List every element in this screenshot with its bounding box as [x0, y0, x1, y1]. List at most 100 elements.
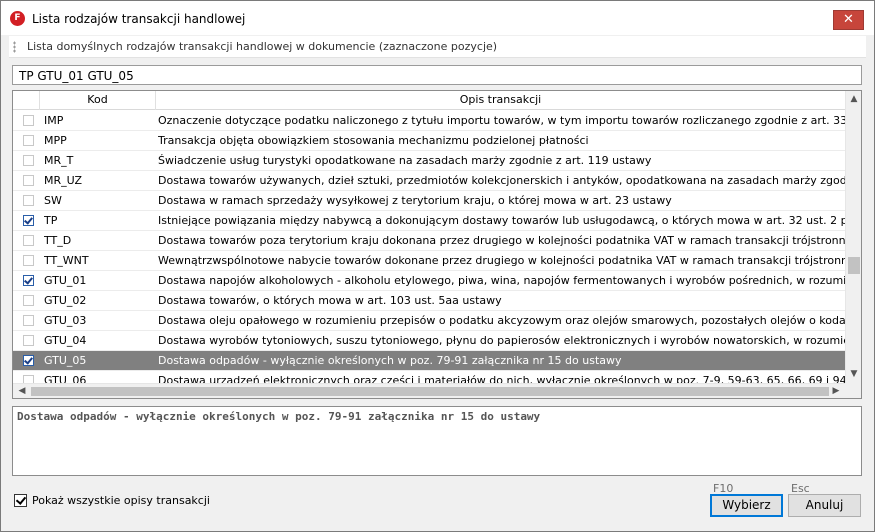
- row-checkbox[interactable]: [23, 335, 34, 346]
- table-row[interactable]: MR_T Świadczenie usług turystyki opodatko…: [13, 151, 845, 171]
- row-check-cell: [13, 351, 40, 371]
- grip-icon: [13, 41, 16, 53]
- select-button[interactable]: Wybierz: [710, 494, 783, 517]
- close-icon: ✕: [843, 12, 854, 27]
- row-code: GTU_03: [44, 314, 87, 327]
- row-code: TT_WNT: [44, 254, 89, 267]
- row-code: GTU_05: [44, 354, 87, 367]
- scroll-up-icon[interactable]: ▲: [846, 91, 861, 108]
- close-button[interactable]: ✕: [833, 10, 864, 30]
- row-code: GTU_06: [44, 374, 87, 383]
- row-description: Dostawa towarów poza terytorium kraju do…: [158, 234, 845, 247]
- transaction-grid[interactable]: Kod Opis transakcji IMP Oznaczenie dotycz…: [12, 90, 862, 399]
- row-description: Istniejące powiązania między nabywcą a d…: [158, 214, 845, 227]
- vertical-scroll-thumb[interactable]: [848, 257, 860, 274]
- horizontal-scrollbar[interactable]: ◀ ▶: [13, 383, 845, 398]
- table-row[interactable]: GTU_03 Dostawa oleju opałowego w rozumien…: [13, 311, 845, 331]
- show-all-check-icon[interactable]: [14, 494, 27, 507]
- header-code[interactable]: Kod: [40, 91, 156, 110]
- row-description: Dostawa odpadów - wyłącznie określonych …: [158, 354, 622, 367]
- row-code: SW: [44, 194, 62, 207]
- table-row[interactable]: GTU_05 Dostawa odpadów - wyłącznie określ…: [13, 351, 845, 371]
- row-description: Dostawa towarów, o których mowa w art. 1…: [158, 294, 502, 307]
- info-text: Lista domyślnych rodzajów transakcji han…: [27, 40, 498, 53]
- description-detail[interactable]: Dostawa odpadów - wyłącznie określonych …: [12, 406, 862, 476]
- row-code: TP: [44, 214, 58, 227]
- row-checkbox[interactable]: [23, 295, 34, 306]
- scroll-corner: [845, 383, 861, 398]
- table-row[interactable]: IMP Oznaczenie dotyczące podatku naliczon…: [13, 111, 845, 131]
- row-code: MPP: [44, 134, 67, 147]
- row-checkbox[interactable]: [23, 155, 34, 166]
- row-description: Dostawa napojów alkoholowych - alkoholu …: [158, 274, 845, 287]
- row-checkbox[interactable]: [23, 275, 34, 286]
- row-description: Wewnątrzwspólnotowe nabycie towarów doko…: [158, 254, 845, 267]
- title-bar: F Lista rodzajów transakcji handlowej ✕: [1, 1, 874, 35]
- row-checkbox[interactable]: [23, 215, 34, 226]
- table-row[interactable]: GTU_06 Dostawa urządzeń elektronicznych o…: [13, 371, 845, 383]
- row-code: MR_T: [44, 154, 74, 167]
- show-all-label: Pokaż wszystkie opisy transakcji: [32, 494, 210, 507]
- row-check-cell: [13, 111, 40, 131]
- row-checkbox[interactable]: [23, 175, 34, 186]
- header-description[interactable]: Opis transakcji: [156, 91, 845, 110]
- grid-rows: IMP Oznaczenie dotyczące podatku naliczon…: [13, 111, 845, 383]
- selected-codes-value: TP GTU_01 GTU_05: [19, 69, 134, 83]
- row-check-cell: [13, 211, 40, 231]
- row-checkbox[interactable]: [23, 255, 34, 266]
- description-detail-text: Dostawa odpadów - wyłącznie określonych …: [17, 410, 541, 423]
- row-code: MR_UZ: [44, 174, 83, 187]
- selected-codes-field[interactable]: TP GTU_01 GTU_05: [12, 65, 862, 85]
- table-row[interactable]: MPP Transakcja objęta obowiązkiem stosowa…: [13, 131, 845, 151]
- horizontal-scroll-thumb[interactable]: [31, 387, 829, 396]
- row-description: Dostawa urządzeń elektronicznych oraz cz…: [158, 374, 845, 383]
- row-code: GTU_01: [44, 274, 87, 287]
- row-code: GTU_04: [44, 334, 87, 347]
- row-check-cell: [13, 331, 40, 351]
- scroll-right-icon[interactable]: ▶: [829, 384, 843, 398]
- row-code: GTU_02: [44, 294, 87, 307]
- grid-header: Kod Opis transakcji: [13, 91, 845, 110]
- row-checkbox[interactable]: [23, 195, 34, 206]
- vertical-scrollbar[interactable]: ▲ ▼: [845, 91, 861, 383]
- scroll-down-icon[interactable]: ▼: [846, 366, 861, 383]
- table-row[interactable]: GTU_01 Dostawa napojów alkoholowych - alk…: [13, 271, 845, 291]
- table-row[interactable]: GTU_02 Dostawa towarów, o których mowa w …: [13, 291, 845, 311]
- row-description: Dostawa oleju opałowego w rozumieniu prz…: [158, 314, 845, 327]
- row-check-cell: [13, 191, 40, 211]
- dialog-window: F Lista rodzajów transakcji handlowej ✕ …: [0, 0, 875, 532]
- scroll-left-icon[interactable]: ◀: [15, 384, 29, 398]
- window-title: Lista rodzajów transakcji handlowej: [32, 12, 246, 26]
- cancel-button[interactable]: Anuluj: [788, 494, 861, 517]
- row-check-cell: [13, 311, 40, 331]
- row-checkbox[interactable]: [23, 375, 34, 383]
- table-row[interactable]: TP Istniejące powiązania między nabywcą a…: [13, 211, 845, 231]
- row-description: Świadczenie usług turystyki opodatkowane…: [158, 154, 652, 167]
- table-row[interactable]: MR_UZ Dostawa towarów używanych, dzieł sz…: [13, 171, 845, 191]
- row-checkbox[interactable]: [23, 235, 34, 246]
- row-check-cell: [13, 151, 40, 171]
- row-code: TT_D: [44, 234, 72, 247]
- row-check-cell: [13, 271, 40, 291]
- row-check-cell: [13, 171, 40, 191]
- row-checkbox[interactable]: [23, 355, 34, 366]
- row-code: IMP: [44, 114, 64, 127]
- row-description: Dostawa w ramach sprzedaży wysyłkowej z …: [158, 194, 672, 207]
- table-row[interactable]: TT_D Dostawa towarów poza terytorium kraj…: [13, 231, 845, 251]
- row-checkbox[interactable]: [23, 135, 34, 146]
- row-description: Dostawa towarów używanych, dzieł sztuki,…: [158, 174, 845, 187]
- row-check-cell: [13, 251, 40, 271]
- row-checkbox[interactable]: [23, 115, 34, 126]
- table-row[interactable]: SW Dostawa w ramach sprzedaży wysyłkowej …: [13, 191, 845, 211]
- row-check-cell: [13, 231, 40, 251]
- row-description: Transakcja objęta obowiązkiem stosowania…: [158, 134, 589, 147]
- table-row[interactable]: TT_WNT Wewnątrzwspólnotowe nabycie towaró…: [13, 251, 845, 271]
- row-check-cell: [13, 291, 40, 311]
- info-strip: Lista domyślnych rodzajów transakcji han…: [9, 36, 866, 58]
- table-row[interactable]: GTU_04 Dostawa wyrobów tytoniowych, suszu…: [13, 331, 845, 351]
- row-description: Dostawa wyrobów tytoniowych, suszu tyton…: [158, 334, 845, 347]
- row-check-cell: [13, 131, 40, 151]
- row-description: Oznaczenie dotyczące podatku naliczonego…: [158, 114, 845, 127]
- row-checkbox[interactable]: [23, 315, 34, 326]
- header-check: [13, 91, 40, 110]
